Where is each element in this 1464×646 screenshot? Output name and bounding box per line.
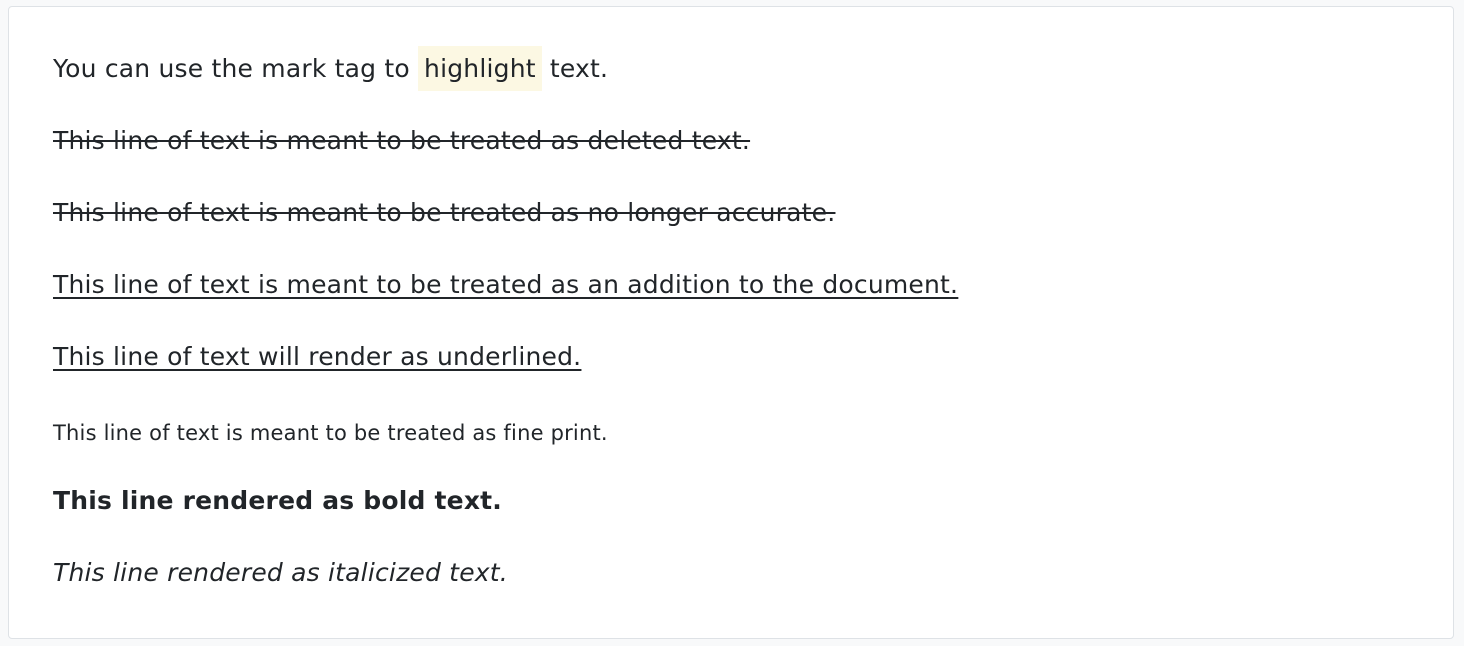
underlined-text-line: This line of text will render as underli… — [53, 342, 581, 372]
strikethrough-text-line: This line of text is meant to be treated… — [53, 198, 835, 228]
deleted-text: This line of text is meant to be treated… — [53, 126, 751, 155]
deleted-text-line: This line of text is meant to be treated… — [53, 126, 750, 156]
bold-text-line: This line rendered as bold text. — [53, 486, 502, 516]
small-text-line: This line of text is meant to be treated… — [53, 421, 608, 446]
strikethrough-text: This line of text is meant to be treated… — [53, 198, 836, 227]
inserted-text: This line of text is meant to be treated… — [53, 270, 959, 299]
highlighted-word: highlight — [418, 46, 542, 91]
inserted-text-line: This line of text is meant to be treated… — [53, 270, 958, 300]
page: You can use the mark tag to highlight te… — [0, 0, 1464, 646]
bold-text: This line rendered as bold text. — [53, 486, 502, 515]
underlined-text: This line of text will render as underli… — [53, 342, 582, 371]
mark-prefix: You can use the mark tag to — [53, 54, 419, 83]
content-card: You can use the mark tag to highlight te… — [8, 6, 1454, 639]
italic-text-line: This line rendered as italicized text. — [53, 558, 508, 588]
italic-text: This line rendered as italicized text. — [53, 558, 508, 587]
small-text: This line of text is meant to be treated… — [53, 421, 608, 445]
mark-suffix: text. — [541, 54, 609, 83]
mark-text-line: You can use the mark tag to highlight te… — [53, 46, 609, 91]
